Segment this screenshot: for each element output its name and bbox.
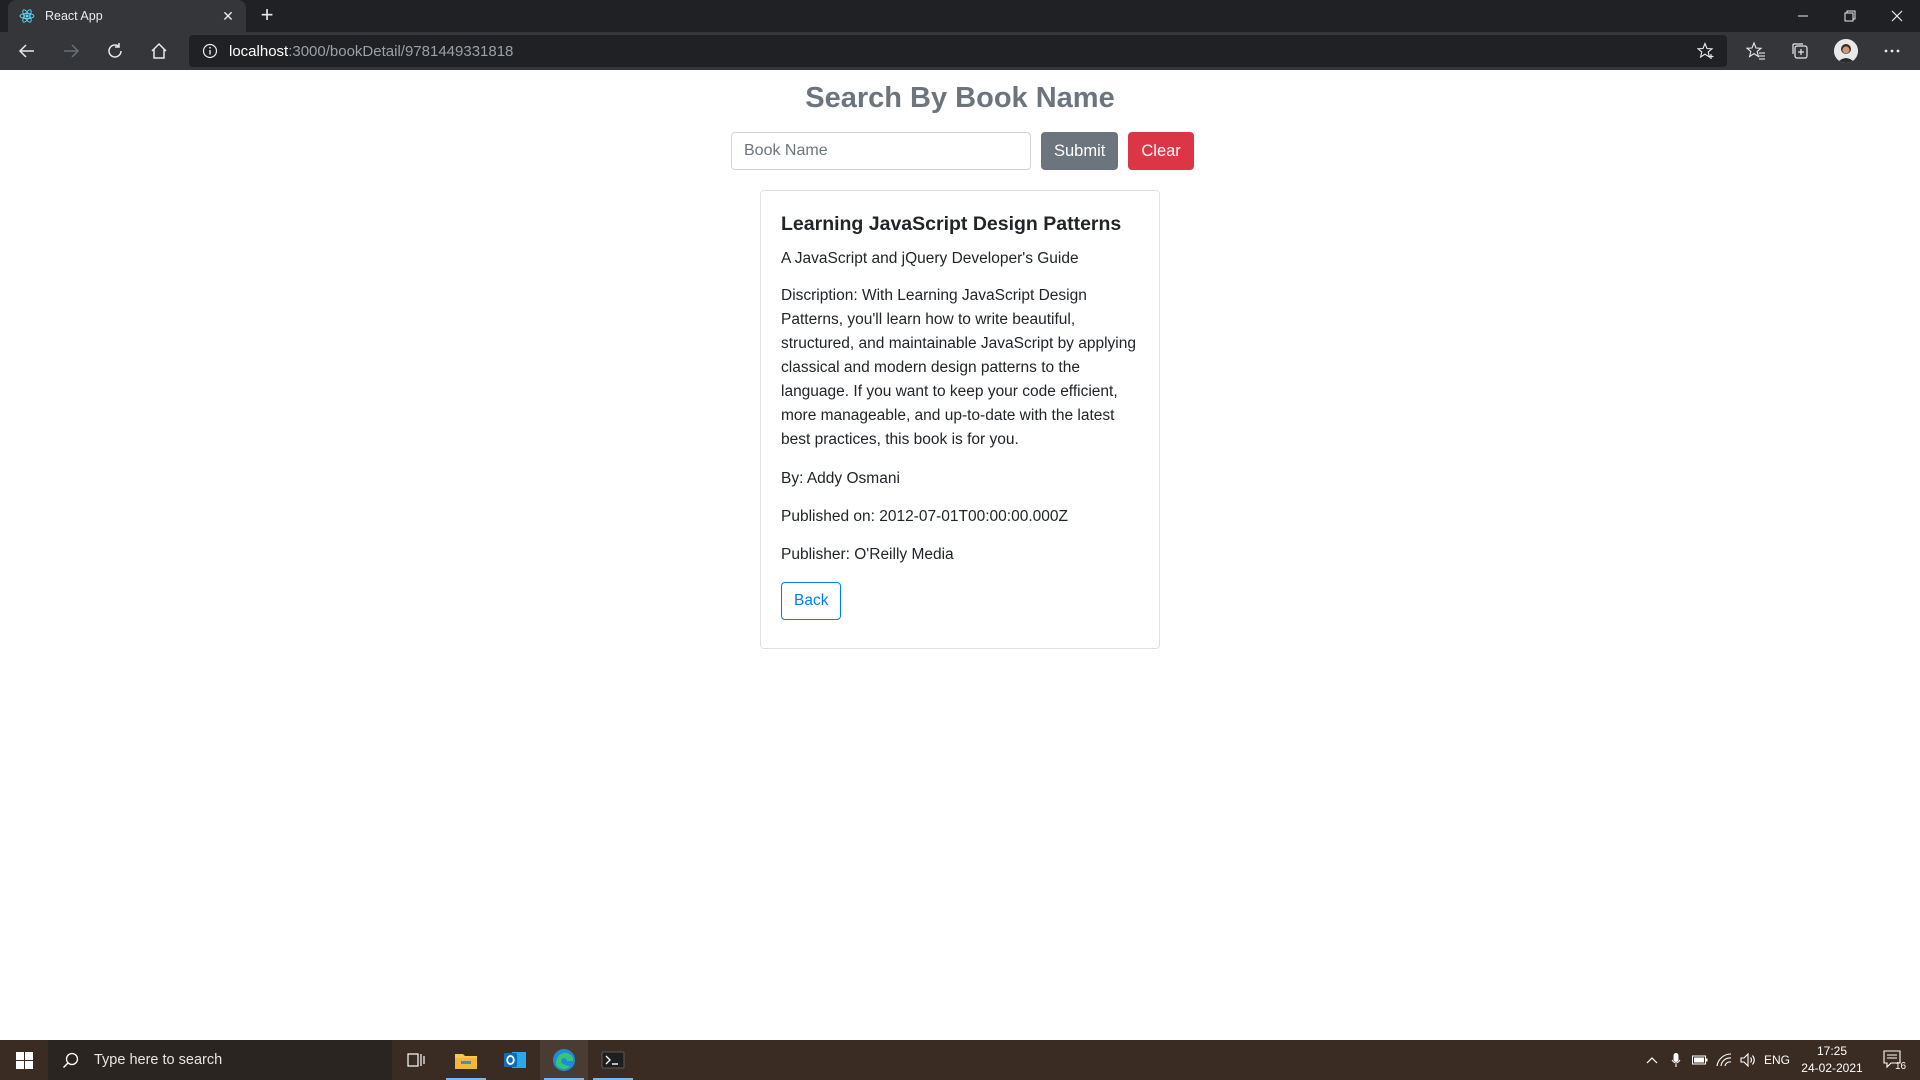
edge-icon[interactable] [540, 1040, 588, 1080]
url-host: localhost [229, 42, 289, 60]
book-name-input[interactable] [731, 132, 1031, 170]
close-icon[interactable]: ✕ [216, 8, 240, 25]
refresh-icon[interactable] [101, 37, 129, 65]
react-icon [19, 8, 35, 24]
minimize-icon[interactable] [1780, 0, 1826, 32]
book-author: By: Addy Osmani [781, 470, 900, 487]
search-icon [62, 1051, 80, 1069]
page-title: Search By Book Name [805, 82, 1115, 114]
url-path: :3000/bookDetail/9781449331818 [288, 42, 514, 60]
more-icon[interactable] [1882, 41, 1902, 61]
home-icon[interactable] [145, 37, 173, 65]
page-content: Search By Book Name Submit Clear Learnin… [0, 70, 1920, 1040]
favorites-icon[interactable] [1746, 41, 1766, 61]
file-explorer-icon[interactable] [442, 1040, 490, 1080]
book-publisher: Publisher: O'Reilly Media [781, 546, 954, 563]
info-icon[interactable] [201, 42, 219, 60]
language-indicator[interactable]: ENG [1760, 1040, 1794, 1080]
back-icon[interactable] [13, 37, 41, 65]
browser-toolbar: localhost:3000/bookDetail/9781449331818 [0, 32, 1920, 70]
collections-icon[interactable] [1790, 41, 1810, 61]
browser-tab-strip: React App ✕ + [0, 0, 1920, 32]
task-view-icon[interactable] [392, 1040, 440, 1080]
book-title: Learning JavaScript Design Patterns [781, 213, 1122, 235]
clear-button[interactable]: Clear [1128, 132, 1194, 170]
tab-title: React App [45, 9, 103, 23]
wifi-icon[interactable] [1712, 1040, 1736, 1080]
browser-tab[interactable]: React App ✕ [8, 0, 246, 32]
submit-button[interactable]: Submit [1041, 132, 1119, 170]
windows-icon[interactable] [0, 1040, 48, 1080]
book-detail-card: Learning JavaScript Design Patterns A Ja… [760, 190, 1160, 649]
microphone-icon[interactable] [1664, 1040, 1688, 1080]
plus-icon[interactable]: + [255, 4, 279, 28]
outlook-icon[interactable] [491, 1040, 539, 1080]
search-form: Submit Clear [731, 132, 1194, 170]
taskbar-clock[interactable]: 17:25 24-02-2021 [1797, 1043, 1867, 1077]
book-subtitle: A JavaScript and jQuery Developer's Guid… [781, 250, 1079, 267]
battery-icon[interactable] [1688, 1040, 1712, 1080]
volume-icon[interactable] [1736, 1040, 1760, 1080]
forward-icon[interactable] [57, 37, 85, 65]
chevron-up-icon[interactable] [1640, 1040, 1664, 1080]
notification-icon[interactable]: 16 [1872, 1040, 1916, 1080]
back-button[interactable]: Back [781, 582, 842, 620]
windows-taskbar: Type here to search ENG 17:25 24-02-2021… [0, 1040, 1920, 1080]
terminal-icon[interactable] [589, 1040, 637, 1080]
taskbar-search-box[interactable]: Type here to search [48, 1040, 392, 1080]
clock-time: 17:25 [1816, 1044, 1848, 1058]
star-add-icon[interactable] [1696, 42, 1715, 60]
address-bar[interactable]: localhost:3000/bookDetail/9781449331818 [189, 35, 1727, 67]
taskbar-search-placeholder: Type here to search [94, 1052, 223, 1068]
book-description: Discription: With Learning JavaScript De… [781, 287, 1136, 448]
book-published-date: Published on: 2012-07-01T00:00:00.000Z [781, 508, 1068, 525]
close-window-icon[interactable] [1874, 0, 1920, 32]
profile-icon[interactable] [1834, 39, 1858, 63]
restore-icon[interactable] [1827, 0, 1873, 32]
clock-date: 24-02-2021 [1801, 1061, 1863, 1075]
notification-count: 16 [1895, 1061, 1907, 1072]
